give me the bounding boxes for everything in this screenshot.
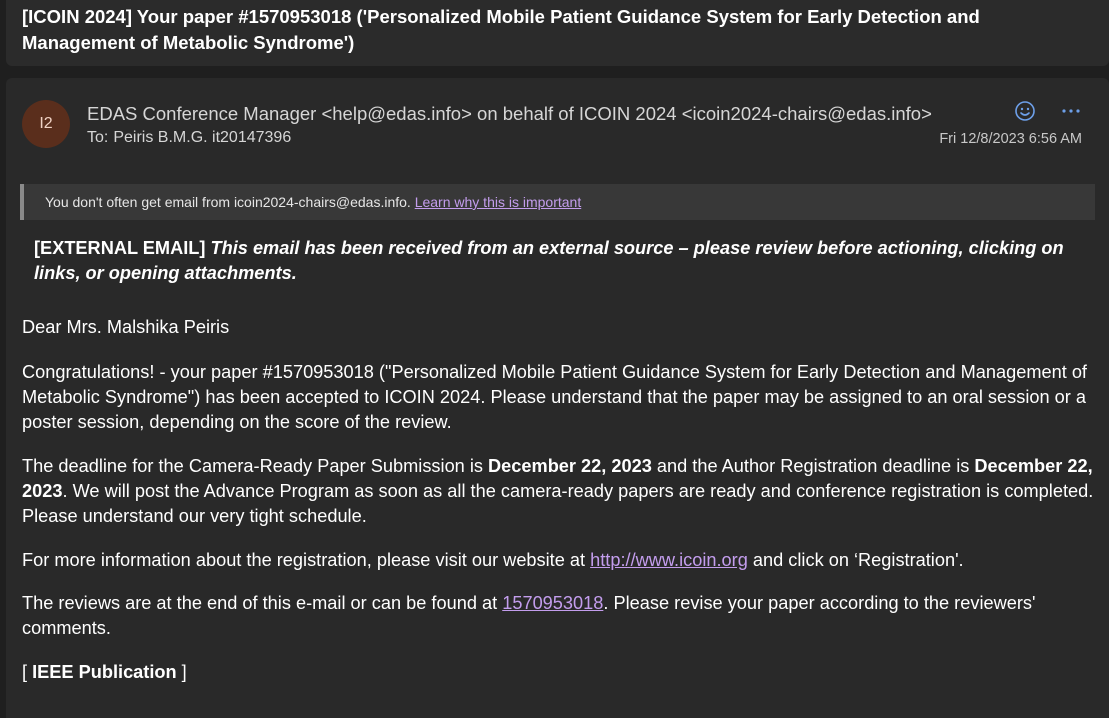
- paragraph-registration: For more information about the registrat…: [22, 548, 1100, 573]
- section-heading: [ IEEE Publication ]: [22, 660, 1100, 685]
- to-label: To:: [87, 129, 109, 146]
- section-title: IEEE Publication: [32, 662, 177, 682]
- paragraph-reviews: The reviews are at the end of this e-mai…: [22, 591, 1100, 641]
- deadline-text-1: The deadline for the Camera-Ready Paper …: [22, 456, 489, 476]
- paper-link[interactable]: 1570953018: [502, 593, 603, 613]
- email-date: Fri 12/8/2023 6:56 AM: [939, 131, 1082, 147]
- paragraph-acceptance: Congratulations! - your paper #157095301…: [22, 362, 1087, 432]
- to-line: To: Peiris B.M.G. it20147396: [87, 129, 291, 147]
- subject-bar: [ICOIN 2024] Your paper #1570953018 ('Pe…: [6, 0, 1109, 66]
- section-bracket-open: [: [22, 662, 33, 682]
- smiley-icon[interactable]: [1010, 96, 1040, 126]
- sender-notice-banner: You don't often get email from icoin2024…: [20, 184, 1095, 220]
- external-tag: [EXTERNAL EMAIL]: [34, 238, 206, 258]
- greeting: Dear Mrs. Malshika Peiris: [22, 317, 230, 337]
- reviews-text-1: The reviews are at the end of this e-mai…: [22, 593, 503, 613]
- email-subject: [ICOIN 2024] Your paper #1570953018 ('Pe…: [22, 6, 980, 53]
- deadline-text-2: and the Author Registration deadline is: [651, 456, 975, 476]
- avatar[interactable]: I2: [22, 100, 70, 148]
- notice-text: You don't often get email from icoin2024…: [45, 194, 411, 210]
- registration-text-2: and click on ‘Registration'.: [747, 550, 964, 570]
- website-link[interactable]: http://www.icoin.org: [590, 550, 748, 570]
- sender-line[interactable]: EDAS Conference Manager <help@edas.info>…: [87, 103, 932, 125]
- registration-text-1: For more information about the registrat…: [22, 550, 591, 570]
- section-bracket-close: ]: [176, 662, 187, 682]
- recipient[interactable]: Peiris B.M.G. it20147396: [113, 129, 291, 146]
- learn-why-link[interactable]: Learn why this is important: [415, 194, 582, 210]
- deadline-text-3: . We will post the Advance Program as so…: [22, 481, 1094, 526]
- camera-ready-date: December 22, 2023: [488, 456, 652, 476]
- paragraph-deadlines: The deadline for the Camera-Ready Paper …: [22, 454, 1100, 529]
- external-email-banner: [EXTERNAL EMAIL] This email has been rec…: [34, 236, 1094, 286]
- more-icon[interactable]: [1056, 96, 1086, 126]
- email-reading-pane: I2 EDAS Conference Manager <help@edas.in…: [6, 78, 1109, 718]
